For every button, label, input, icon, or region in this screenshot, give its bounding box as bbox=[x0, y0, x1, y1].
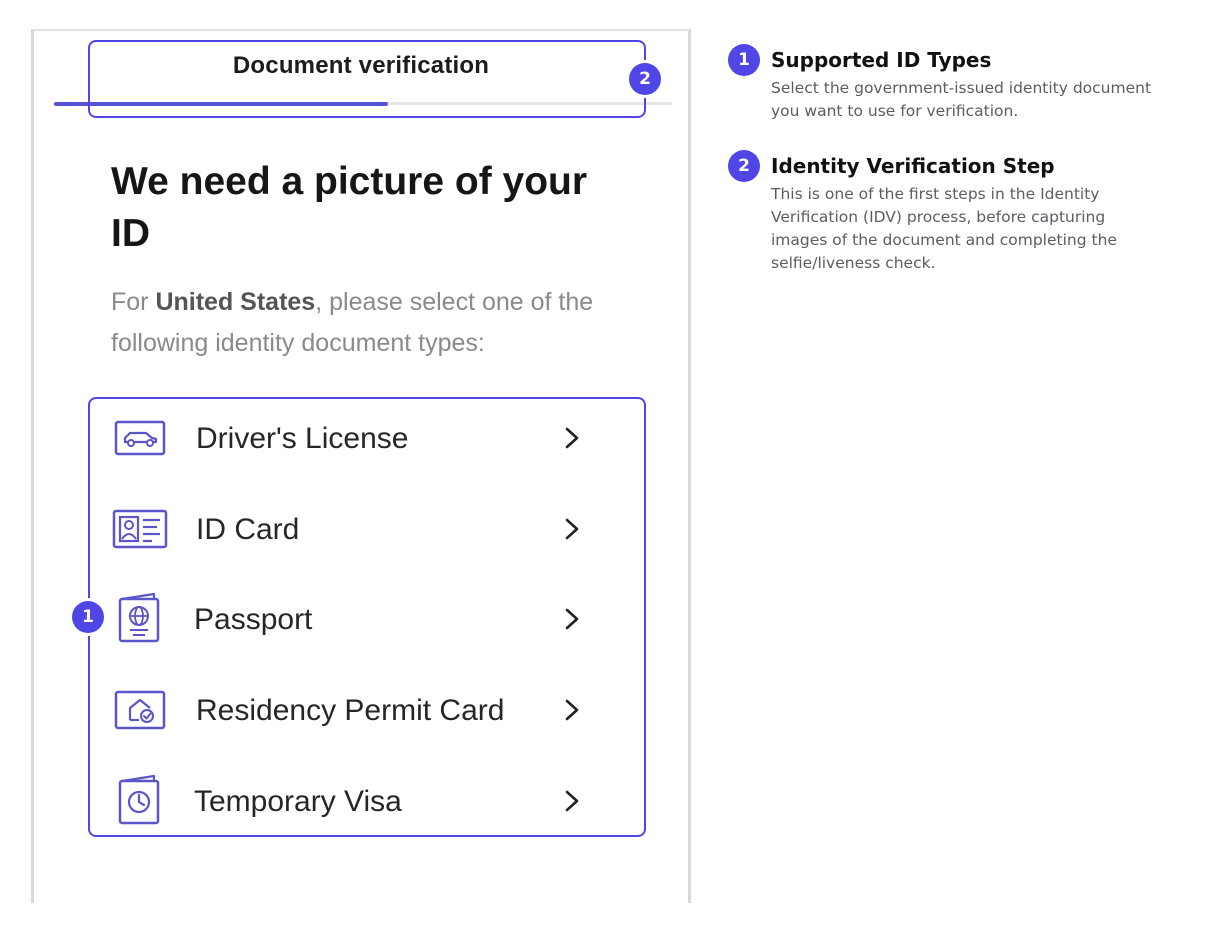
chevron-right-icon bbox=[565, 518, 579, 540]
annotation-note-body: This is one of the first steps in the Id… bbox=[771, 185, 1117, 272]
annotation-note-badge: 1 bbox=[728, 44, 760, 76]
document-option-passport[interactable]: Passport bbox=[92, 583, 644, 653]
annotation-note-body: Select the government-issued identity do… bbox=[771, 79, 1152, 120]
clock-document-icon bbox=[118, 774, 160, 825]
annotation-note-title: Supported ID Types bbox=[771, 48, 992, 72]
instructions-text: For United States, please select one of … bbox=[111, 288, 594, 357]
chevron-right-icon bbox=[565, 608, 579, 630]
annotated-screenshot: Document verification We need a picture … bbox=[0, 0, 1206, 930]
document-option-label: Residency Permit Card bbox=[196, 694, 505, 727]
document-option-label: Passport bbox=[194, 603, 313, 636]
annotation-badge-1: 1 bbox=[72, 601, 104, 633]
document-option-temporary-visa[interactable]: Temporary Visa bbox=[92, 765, 644, 835]
page-title: Document verification bbox=[232, 52, 490, 79]
document-option-label: Driver's License bbox=[196, 422, 409, 455]
passport-icon bbox=[118, 592, 160, 643]
document-option-label: Temporary Visa bbox=[194, 785, 402, 818]
chevron-right-icon bbox=[565, 790, 579, 812]
id-card-icon bbox=[112, 509, 168, 549]
annotation-note-title: Identity Verification Step bbox=[771, 154, 1055, 178]
main-heading: We need a picture of your ID bbox=[111, 160, 588, 255]
chevron-right-icon bbox=[565, 427, 579, 449]
annotation-badge-2: 2 bbox=[629, 63, 661, 95]
annotation-note-badge: 2 bbox=[728, 150, 760, 182]
document-option-label: ID Card bbox=[196, 513, 300, 546]
progress-bar bbox=[54, 102, 672, 106]
document-option-drivers-license[interactable]: Driver's License bbox=[92, 402, 644, 472]
progress-bar-fill bbox=[54, 102, 388, 106]
selected-country: United States bbox=[155, 288, 316, 316]
car-icon bbox=[114, 420, 166, 456]
document-option-id-card[interactable]: ID Card bbox=[92, 493, 644, 563]
chevron-right-icon bbox=[565, 699, 579, 721]
house-check-icon bbox=[114, 690, 166, 730]
document-option-residency-permit-card[interactable]: Residency Permit Card bbox=[92, 674, 644, 744]
